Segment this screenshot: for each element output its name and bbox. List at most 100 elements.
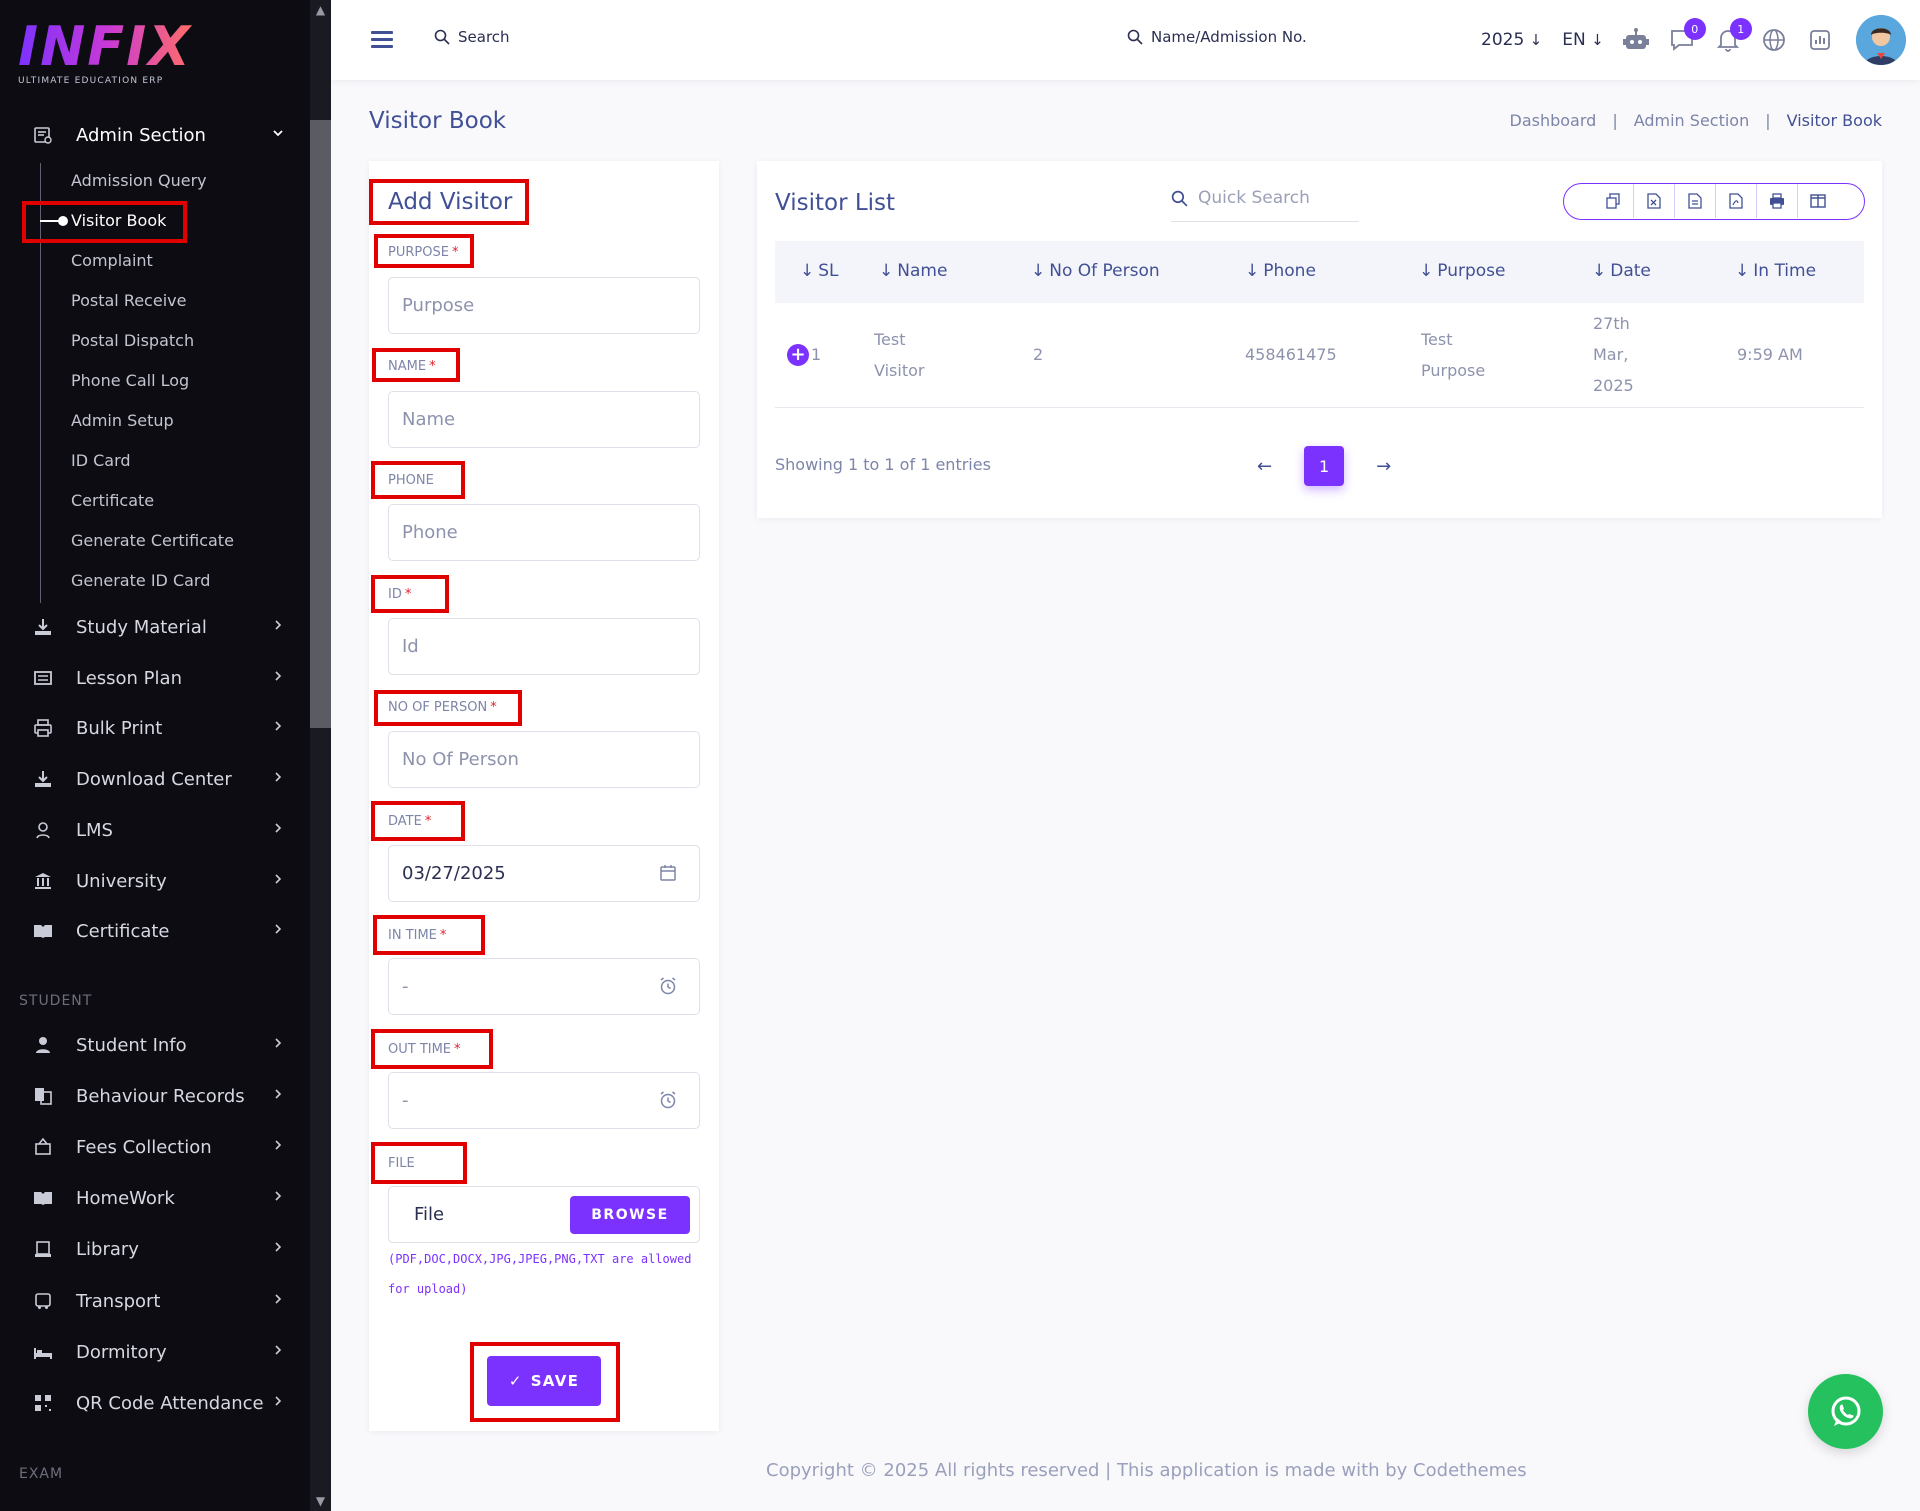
language-selector[interactable]: EN ↓	[1562, 30, 1603, 50]
whatsapp-button[interactable]	[1808, 1374, 1883, 1449]
menu-search[interactable]: Search	[434, 28, 510, 46]
next-page-icon[interactable]: →	[1376, 456, 1391, 477]
sidebar-subitem-visitor-book[interactable]: Visitor Book	[71, 211, 166, 230]
chat-badge: 0	[1683, 18, 1706, 40]
column-header-sl[interactable]: ↓ SL	[800, 261, 839, 281]
sidebar-item-study-material[interactable]: Study Material	[0, 607, 310, 647]
sidebar-subitem-id-card[interactable]: ID Card	[71, 451, 131, 470]
avatar[interactable]	[1855, 15, 1906, 65]
sidebar-item-lesson-plan[interactable]: Lesson Plan	[0, 658, 310, 698]
csv-icon[interactable]	[1674, 184, 1715, 218]
sidebar-item-download-center[interactable]: Download Center	[0, 759, 310, 799]
in-time-input[interactable]: -	[388, 958, 700, 1015]
book-icon	[32, 1187, 54, 1209]
sidebar-subitem-complaint[interactable]: Complaint	[71, 251, 153, 270]
file-input[interactable]: File BROWSE	[388, 1186, 700, 1243]
pdf-icon[interactable]	[1715, 184, 1756, 218]
copy-icon[interactable]	[1592, 184, 1633, 218]
phone-label: PHONE	[388, 473, 434, 488]
chat-icon[interactable]: 0	[1668, 18, 1706, 54]
sort-arrow-icon: ↓	[879, 261, 894, 281]
sidebar-item-fees-collection[interactable]: Fees Collection	[0, 1127, 310, 1167]
breadcrumb-admin-section[interactable]: Admin Section	[1634, 111, 1750, 130]
sidebar-subitem-certificate[interactable]: Certificate	[71, 491, 154, 510]
column-header-label: Date	[1610, 261, 1651, 281]
in-time-label: IN TIME *	[388, 928, 446, 943]
columns-icon[interactable]	[1797, 184, 1838, 218]
sidebar-subitem-generate-id-card[interactable]: Generate ID Card	[71, 571, 210, 590]
purpose-input[interactable]: Purpose	[388, 277, 700, 334]
required-mark: *	[439, 928, 447, 943]
date-input[interactable]: 03/27/2025	[388, 845, 700, 902]
sidebar-subitem-generate-certificate[interactable]: Generate Certificate	[71, 531, 234, 550]
name-placeholder: Name	[402, 409, 456, 430]
clock-icon[interactable]	[659, 977, 677, 1000]
id-label: ID *	[388, 587, 411, 602]
print-icon[interactable]	[1756, 184, 1797, 218]
quick-search-input[interactable]: Quick Search	[1171, 175, 1359, 222]
sidebar-scrollbar[interactable]: ▲ ▼	[310, 0, 331, 1511]
fees-icon	[32, 1136, 54, 1158]
scroll-down-icon[interactable]: ▼	[310, 1491, 331, 1511]
chevron-down-icon	[272, 127, 284, 143]
app-logo[interactable]: INFIX ULTIMATE EDUCATION ERP	[18, 20, 192, 87]
sidebar-subitem-postal-dispatch[interactable]: Postal Dispatch	[71, 331, 194, 350]
expand-row-icon[interactable]: +	[787, 344, 809, 366]
bell-icon[interactable]: 1	[1714, 18, 1752, 54]
sidebar-item-transport[interactable]: Transport	[0, 1281, 310, 1321]
phone-input[interactable]: Phone	[388, 504, 700, 561]
sidebar-item-library[interactable]: Library	[0, 1229, 310, 1269]
table-row[interactable]: + 1 Test Visitor 2 458461475 Test Purpos…	[775, 303, 1864, 408]
year-selector[interactable]: 2025 ↓	[1481, 30, 1542, 50]
excel-icon[interactable]	[1633, 184, 1674, 218]
sidebar-subitem-postal-receive[interactable]: Postal Receive	[71, 291, 186, 310]
sidebar-subitem-phone-call-log[interactable]: Phone Call Log	[71, 371, 189, 390]
clock-icon[interactable]	[659, 1091, 677, 1114]
save-button[interactable]: ✓ SAVE	[487, 1356, 601, 1406]
menu-toggle-icon[interactable]	[371, 31, 393, 49]
sidebar-item-behaviour-records[interactable]: Behaviour Records	[0, 1076, 310, 1116]
chart-icon[interactable]	[1806, 26, 1834, 54]
breadcrumb-dashboard[interactable]: Dashboard	[1510, 111, 1597, 130]
sidebar-item-admin-section[interactable]: Admin Section	[0, 115, 310, 155]
sidebar-item-bulk-print[interactable]: Bulk Print	[0, 708, 310, 748]
page-button[interactable]: 1	[1304, 446, 1345, 486]
student-search[interactable]: Name/Admission No.	[1127, 28, 1307, 46]
table-header: ↓ SL ↓ Name ↓ No Of Person ↓ Phone ↓ Purpose …	[775, 241, 1864, 303]
out-time-input[interactable]: -	[388, 1072, 700, 1129]
entries-info: Showing 1 to 1 of 1 entries	[775, 455, 991, 474]
id-input[interactable]: Id	[388, 618, 700, 675]
sidebar-item-qr-code-attendance[interactable]: QR Code Attendance	[0, 1383, 310, 1423]
required-mark: *	[424, 814, 432, 829]
download-icon	[32, 768, 54, 790]
cell-phone: 458461475	[1245, 345, 1337, 364]
robot-icon[interactable]	[1622, 26, 1650, 54]
column-header-in-time[interactable]: ↓ In Time	[1735, 261, 1816, 281]
browse-button[interactable]: BROWSE	[570, 1196, 690, 1234]
column-header-no-of-person[interactable]: ↓ No Of Person	[1031, 261, 1160, 281]
cell-persons: 2	[1033, 345, 1044, 364]
scrollbar-thumb[interactable]	[310, 120, 331, 728]
sidebar-subitem-admin-setup[interactable]: Admin Setup	[71, 411, 174, 430]
name-input[interactable]: Name	[388, 391, 700, 448]
globe-icon[interactable]	[1760, 26, 1788, 54]
sidebar-item-certificate[interactable]: Certificate	[0, 911, 310, 951]
sidebar-item-homework[interactable]: HomeWork	[0, 1178, 310, 1218]
scroll-up-icon[interactable]: ▲	[310, 0, 331, 20]
column-header-name[interactable]: ↓ Name	[879, 261, 947, 281]
column-header-date[interactable]: ↓ Date	[1592, 261, 1651, 281]
sidebar-item-university[interactable]: University	[0, 861, 310, 901]
library-icon	[32, 1238, 54, 1260]
column-header-purpose[interactable]: ↓ Purpose	[1419, 261, 1505, 281]
sidebar-item-dormitory[interactable]: Dormitory	[0, 1332, 310, 1372]
previous-page-icon[interactable]: ←	[1257, 456, 1272, 477]
sidebar-item-student-info[interactable]: Student Info	[0, 1025, 310, 1065]
sidebar-item-lms[interactable]: LMS	[0, 810, 310, 850]
calendar-icon[interactable]	[659, 864, 677, 887]
breadcrumb-visitor-book[interactable]: Visitor Book	[1787, 111, 1882, 130]
chevron-right-icon	[272, 1293, 284, 1309]
sidebar: INFIX ULTIMATE EDUCATION ERP ▲ ▼ Admin S…	[0, 0, 331, 1511]
sidebar-subitem-admission-query[interactable]: Admission Query	[71, 171, 207, 190]
column-header-phone[interactable]: ↓ Phone	[1245, 261, 1316, 281]
persons-input[interactable]: No Of Person	[388, 731, 700, 788]
